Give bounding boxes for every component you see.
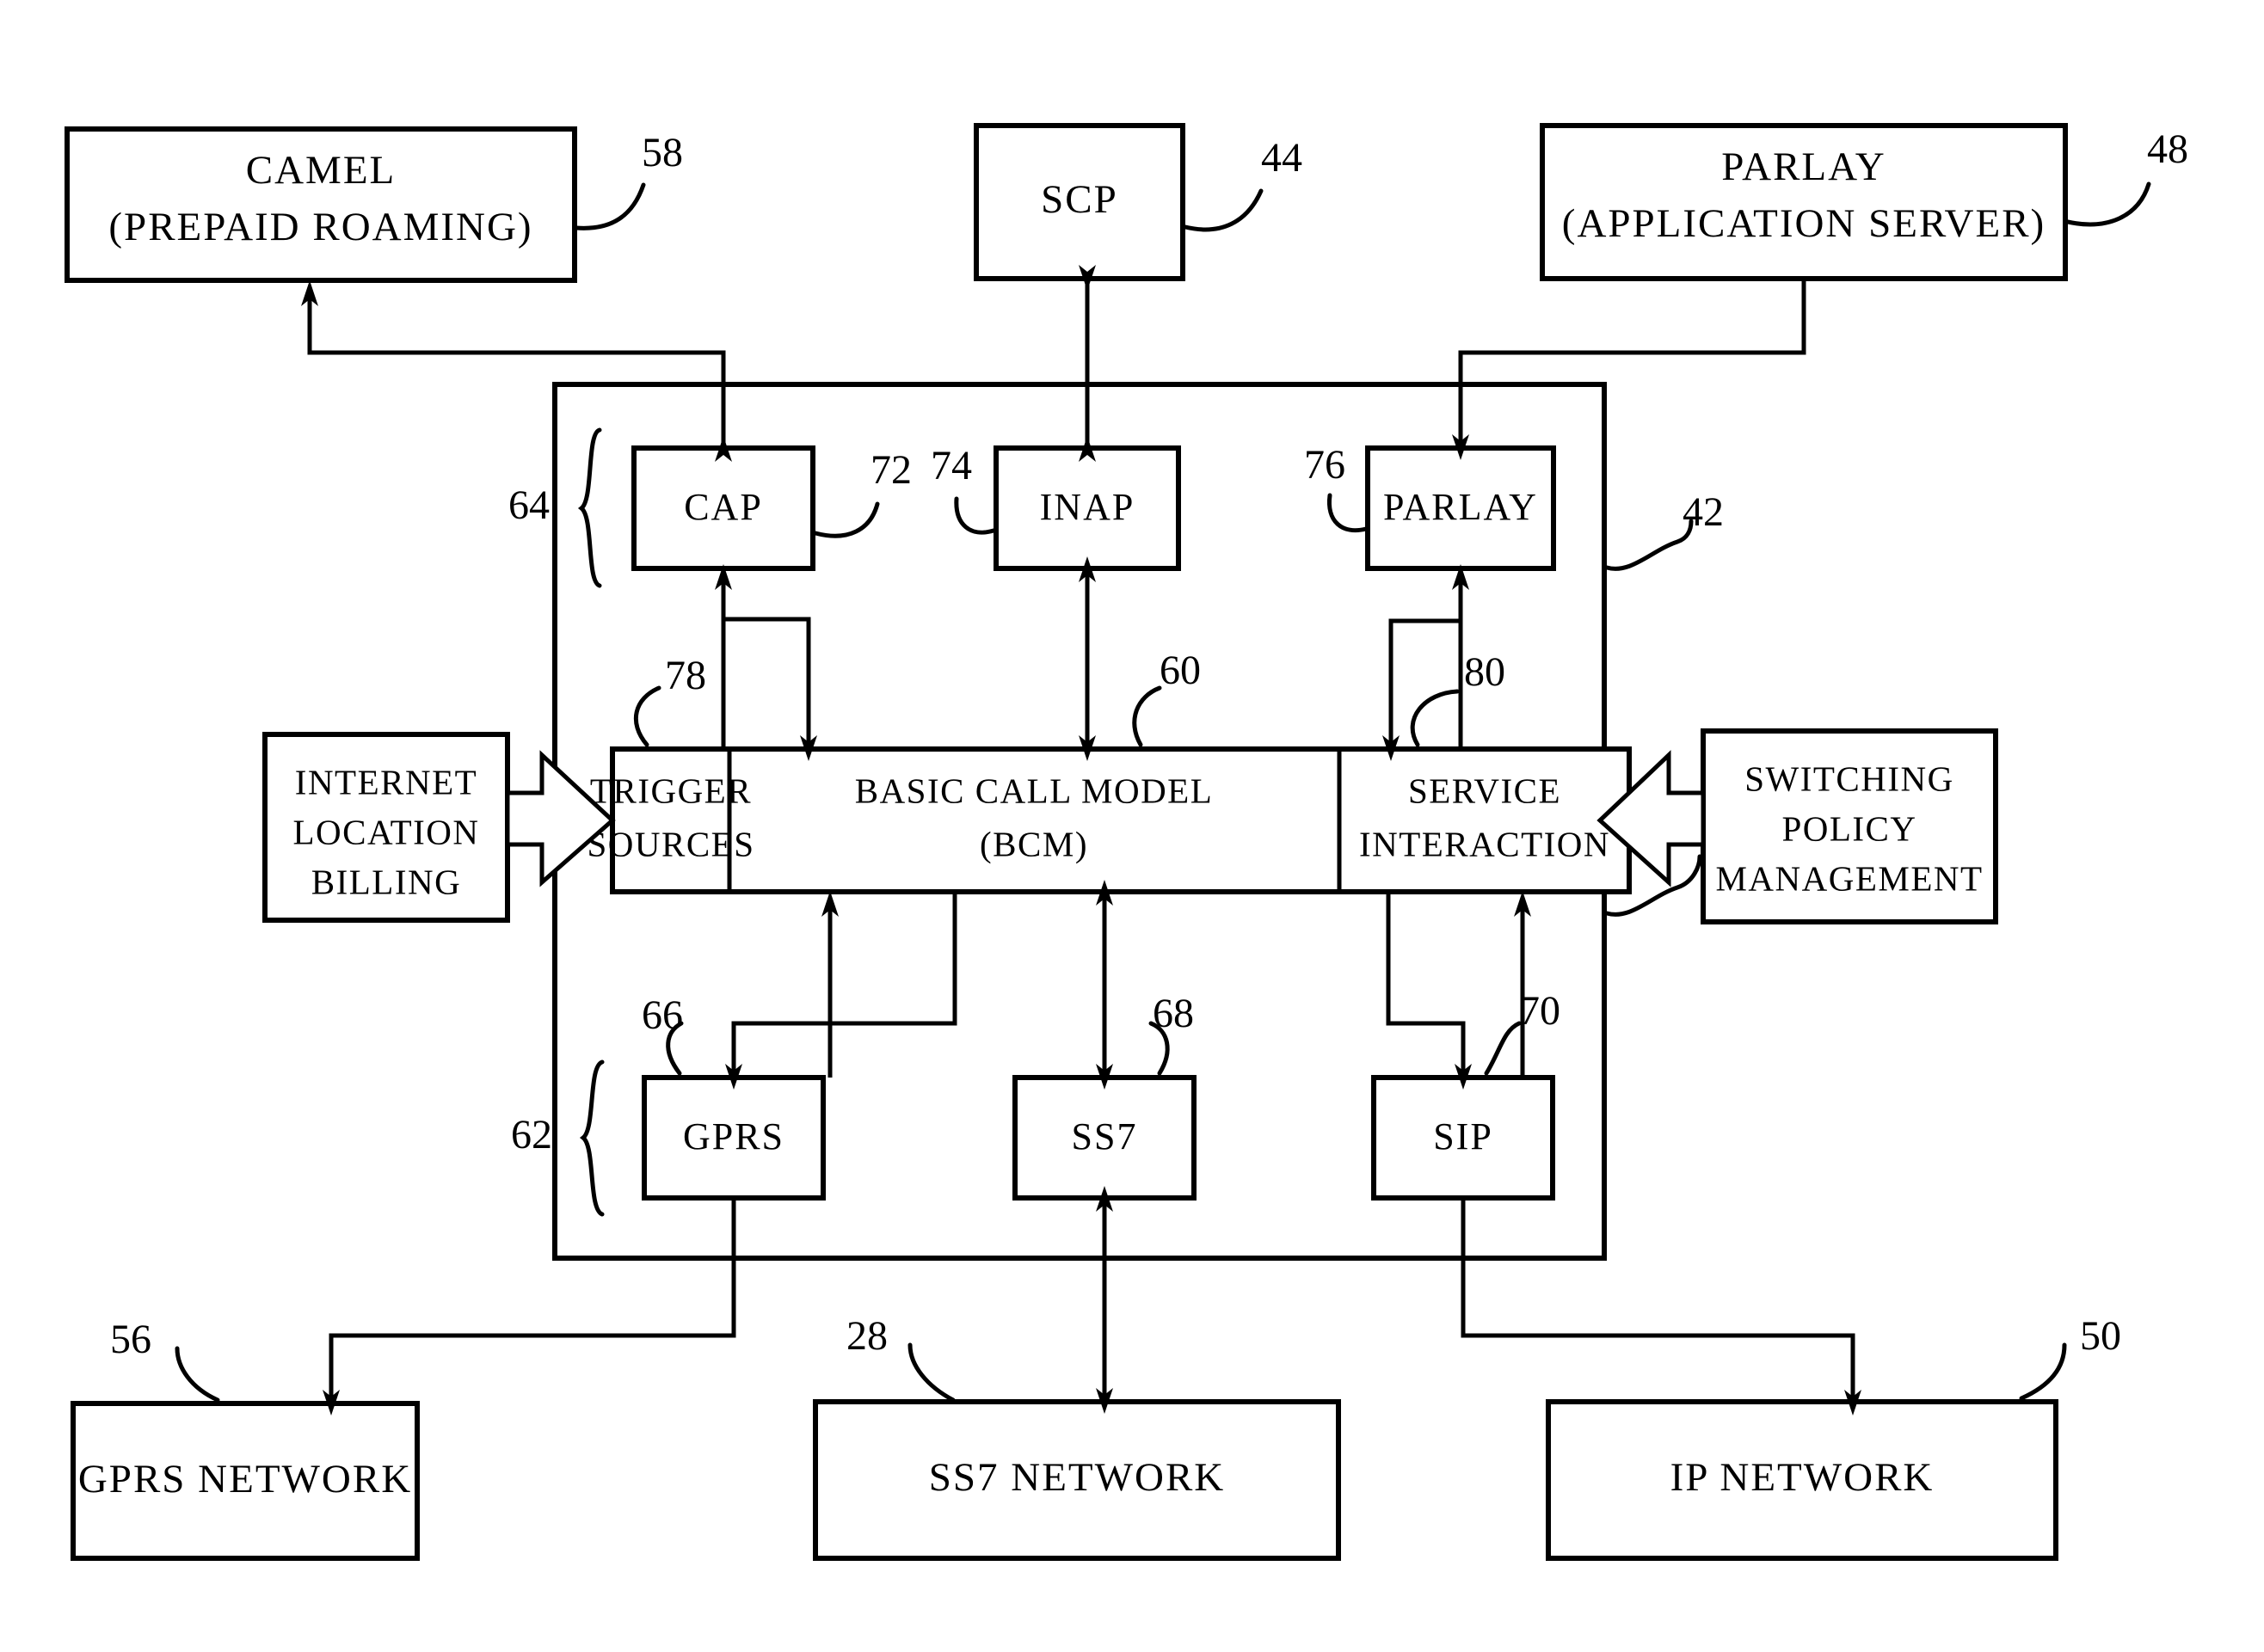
node-camel: CAMEL (PREPAID ROAMING) xyxy=(65,126,577,283)
ss7-network-label: SS7 NETWORK xyxy=(929,1455,1225,1500)
trigger-sources-line-2: SOURCES xyxy=(587,824,754,863)
ilb-line-2: LOCATION xyxy=(293,812,480,851)
refnum-62: 62 xyxy=(511,1112,552,1158)
node-parlay-app-server: PARLAY (APPLICATION SERVER) xyxy=(1540,123,2068,281)
refnum-56: 56 xyxy=(110,1317,151,1362)
trigger-sources-line-1: TRIGGER xyxy=(590,771,752,810)
node-cap: CAP xyxy=(631,445,815,571)
scp-label: SCP xyxy=(1041,177,1118,222)
gprs-network-label: GPRS NETWORK xyxy=(78,1457,412,1502)
refnum-48: 48 xyxy=(2147,126,2188,172)
service-interaction-line-1: SERVICE xyxy=(1408,771,1561,810)
leader-44 xyxy=(1183,188,1264,232)
node-core-row: TRIGGER SOURCES BASIC CALL MODEL (BCM) S… xyxy=(587,746,1632,894)
refnum-72: 72 xyxy=(871,447,912,493)
leader-28 xyxy=(907,1342,956,1403)
diagram-canvas: CAMEL (PREPAID ROAMING) 58 SCP 44 PARLAY… xyxy=(65,123,2188,1561)
refnum-50: 50 xyxy=(2080,1313,2121,1359)
bcm-line-1: BASIC CALL MODEL xyxy=(855,771,1214,810)
cap-label: CAP xyxy=(684,486,763,528)
ilb-line-1: INTERNET xyxy=(295,762,477,801)
ip-network-label: IP NETWORK xyxy=(1670,1455,1935,1500)
node-switching-policy-management: SWITCHING POLICY MANAGEMENT xyxy=(1701,728,1998,924)
leader-56 xyxy=(175,1346,220,1403)
ilb-line-3: BILLING xyxy=(311,862,461,901)
refnum-74: 74 xyxy=(931,443,972,488)
parlay-label: PARLAY xyxy=(1383,486,1538,528)
refnum-28: 28 xyxy=(846,1313,888,1359)
node-scp: SCP xyxy=(974,123,1185,281)
bcm-line-2: (BCM) xyxy=(980,824,1088,863)
patent-figure: CAMEL (PREPAID ROAMING) 58 SCP 44 PARLAY… xyxy=(0,0,2264,1652)
leader-42-curve xyxy=(1604,519,1694,571)
inap-label: INAP xyxy=(1040,486,1135,528)
refnum-60: 60 xyxy=(1160,648,1201,693)
node-ss7-network: SS7 NETWORK xyxy=(813,1399,1341,1561)
ss7-label: SS7 xyxy=(1072,1115,1138,1158)
camel-label-line-1: CAMEL xyxy=(246,148,397,193)
camel-label-line-2: (PREPAID ROAMING) xyxy=(108,205,532,249)
leader-48 xyxy=(2065,181,2151,227)
leader-50 xyxy=(2019,1342,2067,1401)
node-inap: INAP xyxy=(994,445,1181,571)
node-sip: SIP xyxy=(1371,1075,1555,1201)
node-internet-location-billing: INTERNET LOCATION BILLING xyxy=(262,732,510,923)
refnum-78: 78 xyxy=(665,653,706,698)
node-ip-network: IP NETWORK xyxy=(1546,1399,2058,1561)
refnum-58: 58 xyxy=(642,130,683,175)
refnum-66: 66 xyxy=(642,992,683,1038)
leader-58 xyxy=(574,182,646,230)
node-gprs: GPRS xyxy=(642,1075,826,1201)
spm-line-2: POLICY xyxy=(1781,808,1916,848)
refnum-80: 80 xyxy=(1464,649,1505,695)
refnum-70: 70 xyxy=(1519,988,1560,1034)
refnum-76: 76 xyxy=(1304,442,1345,488)
spm-line-1: SWITCHING xyxy=(1744,758,1954,798)
parlay-app-label-line-1: PARLAY xyxy=(1721,144,1886,189)
spm-line-3: MANAGEMENT xyxy=(1715,858,1983,898)
refnum-64: 64 xyxy=(508,482,550,528)
gprs-label: GPRS xyxy=(683,1115,784,1158)
node-gprs-network: GPRS NETWORK xyxy=(71,1401,420,1561)
service-interaction-line-2: INTERACTION xyxy=(1359,824,1610,863)
sip-label: SIP xyxy=(1433,1115,1493,1158)
node-parlay: PARLAY xyxy=(1365,445,1556,571)
refnum-68: 68 xyxy=(1153,991,1194,1036)
parlay-app-label-line-2: (APPLICATION SERVER) xyxy=(1562,201,2046,246)
refnum-44: 44 xyxy=(1261,135,1302,181)
node-ss7: SS7 xyxy=(1012,1075,1197,1201)
